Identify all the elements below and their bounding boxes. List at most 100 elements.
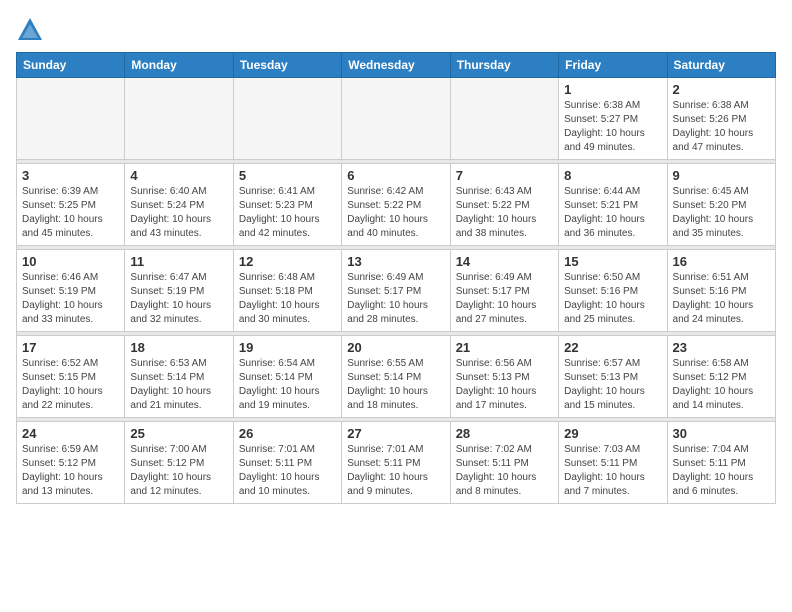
day-info: Sunrise: 6:38 AMSunset: 5:27 PMDaylight:… — [564, 99, 661, 155]
calendar-cell: 13 Sunrise: 6:49 AMSunset: 5:17 PMDayligh… — [342, 250, 450, 332]
logo — [16, 16, 48, 44]
day-info: Sunrise: 6:42 AMSunset: 5:22 PMDaylight:… — [347, 185, 444, 241]
weekday-header-monday: Monday — [125, 53, 233, 78]
day-number: 1 — [564, 82, 661, 97]
calendar-cell: 5 Sunrise: 6:41 AMSunset: 5:23 PMDaylight… — [233, 164, 341, 246]
day-number: 25 — [130, 426, 227, 441]
day-number: 10 — [22, 254, 119, 269]
day-number: 13 — [347, 254, 444, 269]
day-number: 8 — [564, 168, 661, 183]
day-info: Sunrise: 7:04 AMSunset: 5:11 PMDaylight:… — [673, 443, 770, 499]
day-number: 5 — [239, 168, 336, 183]
day-number: 23 — [673, 340, 770, 355]
day-number: 15 — [564, 254, 661, 269]
day-number: 29 — [564, 426, 661, 441]
calendar-week-row-1: 1 Sunrise: 6:38 AMSunset: 5:27 PMDaylight… — [17, 78, 776, 160]
calendar-cell: 17 Sunrise: 6:52 AMSunset: 5:15 PMDayligh… — [17, 336, 125, 418]
calendar-cell: 24 Sunrise: 6:59 AMSunset: 5:12 PMDayligh… — [17, 422, 125, 504]
calendar-cell — [342, 78, 450, 160]
calendar-cell: 1 Sunrise: 6:38 AMSunset: 5:27 PMDaylight… — [559, 78, 667, 160]
calendar-cell: 29 Sunrise: 7:03 AMSunset: 5:11 PMDayligh… — [559, 422, 667, 504]
day-number: 3 — [22, 168, 119, 183]
calendar-cell: 16 Sunrise: 6:51 AMSunset: 5:16 PMDayligh… — [667, 250, 775, 332]
logo-icon — [16, 16, 44, 44]
day-info: Sunrise: 6:43 AMSunset: 5:22 PMDaylight:… — [456, 185, 553, 241]
calendar-cell: 11 Sunrise: 6:47 AMSunset: 5:19 PMDayligh… — [125, 250, 233, 332]
day-number: 30 — [673, 426, 770, 441]
day-info: Sunrise: 7:00 AMSunset: 5:12 PMDaylight:… — [130, 443, 227, 499]
day-info: Sunrise: 6:53 AMSunset: 5:14 PMDaylight:… — [130, 357, 227, 413]
calendar-week-row-4: 17 Sunrise: 6:52 AMSunset: 5:15 PMDayligh… — [17, 336, 776, 418]
calendar-cell: 28Sunrise: 7:02 AMSunset: 5:11 PMDayligh… — [450, 422, 558, 504]
day-info: Sunrise: 6:40 AMSunset: 5:24 PMDaylight:… — [130, 185, 227, 241]
day-info: Sunrise: 6:58 AMSunset: 5:12 PMDaylight:… — [673, 357, 770, 413]
calendar-cell: 18Sunrise: 6:53 AMSunset: 5:14 PMDayligh… — [125, 336, 233, 418]
calendar-cell: 23 Sunrise: 6:58 AMSunset: 5:12 PMDayligh… — [667, 336, 775, 418]
day-info: Sunrise: 6:49 AMSunset: 5:17 PMDaylight:… — [347, 271, 444, 327]
weekday-header-saturday: Saturday — [667, 53, 775, 78]
day-number: 16 — [673, 254, 770, 269]
calendar-cell: 26Sunrise: 7:01 AMSunset: 5:11 PMDayligh… — [233, 422, 341, 504]
day-number: 4 — [130, 168, 227, 183]
calendar-cell — [17, 78, 125, 160]
calendar-cell: 7 Sunrise: 6:43 AMSunset: 5:22 PMDaylight… — [450, 164, 558, 246]
calendar-cell: 14 Sunrise: 6:49 AMSunset: 5:17 PMDayligh… — [450, 250, 558, 332]
day-number: 28 — [456, 426, 553, 441]
calendar-cell: 9Sunrise: 6:45 AMSunset: 5:20 PMDaylight… — [667, 164, 775, 246]
day-info: Sunrise: 6:47 AMSunset: 5:19 PMDaylight:… — [130, 271, 227, 327]
day-number: 11 — [130, 254, 227, 269]
weekday-header-wednesday: Wednesday — [342, 53, 450, 78]
day-info: Sunrise: 6:59 AMSunset: 5:12 PMDaylight:… — [22, 443, 119, 499]
day-number: 19 — [239, 340, 336, 355]
day-info: Sunrise: 6:46 AMSunset: 5:19 PMDaylight:… — [22, 271, 119, 327]
calendar-cell: 19 Sunrise: 6:54 AMSunset: 5:14 PMDayligh… — [233, 336, 341, 418]
day-info: Sunrise: 6:38 AMSunset: 5:26 PMDaylight:… — [673, 99, 770, 155]
calendar-week-row-3: 10 Sunrise: 6:46 AMSunset: 5:19 PMDayligh… — [17, 250, 776, 332]
day-number: 12 — [239, 254, 336, 269]
weekday-header-sunday: Sunday — [17, 53, 125, 78]
day-info: Sunrise: 7:03 AMSunset: 5:11 PMDaylight:… — [564, 443, 661, 499]
calendar-cell: 15 Sunrise: 6:50 AMSunset: 5:16 PMDayligh… — [559, 250, 667, 332]
day-number: 26 — [239, 426, 336, 441]
day-number: 14 — [456, 254, 553, 269]
day-info: Sunrise: 6:50 AMSunset: 5:16 PMDaylight:… — [564, 271, 661, 327]
calendar-table: SundayMondayTuesdayWednesdayThursdayFrid… — [16, 52, 776, 504]
weekday-header-friday: Friday — [559, 53, 667, 78]
calendar-cell — [125, 78, 233, 160]
day-info: Sunrise: 6:49 AMSunset: 5:17 PMDaylight:… — [456, 271, 553, 327]
calendar-cell: 20Sunrise: 6:55 AMSunset: 5:14 PMDayligh… — [342, 336, 450, 418]
day-info: Sunrise: 6:39 AMSunset: 5:25 PMDaylight:… — [22, 185, 119, 241]
calendar-cell: 30 Sunrise: 7:04 AMSunset: 5:11 PMDayligh… — [667, 422, 775, 504]
day-info: Sunrise: 6:41 AMSunset: 5:23 PMDaylight:… — [239, 185, 336, 241]
weekday-header-tuesday: Tuesday — [233, 53, 341, 78]
day-info: Sunrise: 6:54 AMSunset: 5:14 PMDaylight:… — [239, 357, 336, 413]
day-number: 6 — [347, 168, 444, 183]
calendar-week-row-2: 3 Sunrise: 6:39 AMSunset: 5:25 PMDaylight… — [17, 164, 776, 246]
day-info: Sunrise: 6:51 AMSunset: 5:16 PMDaylight:… — [673, 271, 770, 327]
page-header — [16, 16, 776, 44]
weekday-header-thursday: Thursday — [450, 53, 558, 78]
calendar-cell — [450, 78, 558, 160]
day-info: Sunrise: 6:45 AMSunset: 5:20 PMDaylight:… — [673, 185, 770, 241]
calendar-cell: 22Sunrise: 6:57 AMSunset: 5:13 PMDayligh… — [559, 336, 667, 418]
calendar-cell: 10 Sunrise: 6:46 AMSunset: 5:19 PMDayligh… — [17, 250, 125, 332]
calendar-cell: 4 Sunrise: 6:40 AMSunset: 5:24 PMDaylight… — [125, 164, 233, 246]
day-info: Sunrise: 6:48 AMSunset: 5:18 PMDaylight:… — [239, 271, 336, 327]
day-number: 2 — [673, 82, 770, 97]
day-info: Sunrise: 6:57 AMSunset: 5:13 PMDaylight:… — [564, 357, 661, 413]
day-info: Sunrise: 6:56 AMSunset: 5:13 PMDaylight:… — [456, 357, 553, 413]
day-info: Sunrise: 6:52 AMSunset: 5:15 PMDaylight:… — [22, 357, 119, 413]
calendar-cell: 8Sunrise: 6:44 AMSunset: 5:21 PMDaylight… — [559, 164, 667, 246]
day-number: 20 — [347, 340, 444, 355]
day-info: Sunrise: 7:01 AMSunset: 5:11 PMDaylight:… — [347, 443, 444, 499]
day-number: 7 — [456, 168, 553, 183]
calendar-cell: 12 Sunrise: 6:48 AMSunset: 5:18 PMDayligh… — [233, 250, 341, 332]
day-number: 27 — [347, 426, 444, 441]
day-number: 24 — [22, 426, 119, 441]
calendar-week-row-5: 24 Sunrise: 6:59 AMSunset: 5:12 PMDayligh… — [17, 422, 776, 504]
day-number: 17 — [22, 340, 119, 355]
weekday-header-row: SundayMondayTuesdayWednesdayThursdayFrid… — [17, 53, 776, 78]
calendar-cell: 21Sunrise: 6:56 AMSunset: 5:13 PMDayligh… — [450, 336, 558, 418]
calendar-cell: 2 Sunrise: 6:38 AMSunset: 5:26 PMDaylight… — [667, 78, 775, 160]
calendar-cell: 6 Sunrise: 6:42 AMSunset: 5:22 PMDaylight… — [342, 164, 450, 246]
